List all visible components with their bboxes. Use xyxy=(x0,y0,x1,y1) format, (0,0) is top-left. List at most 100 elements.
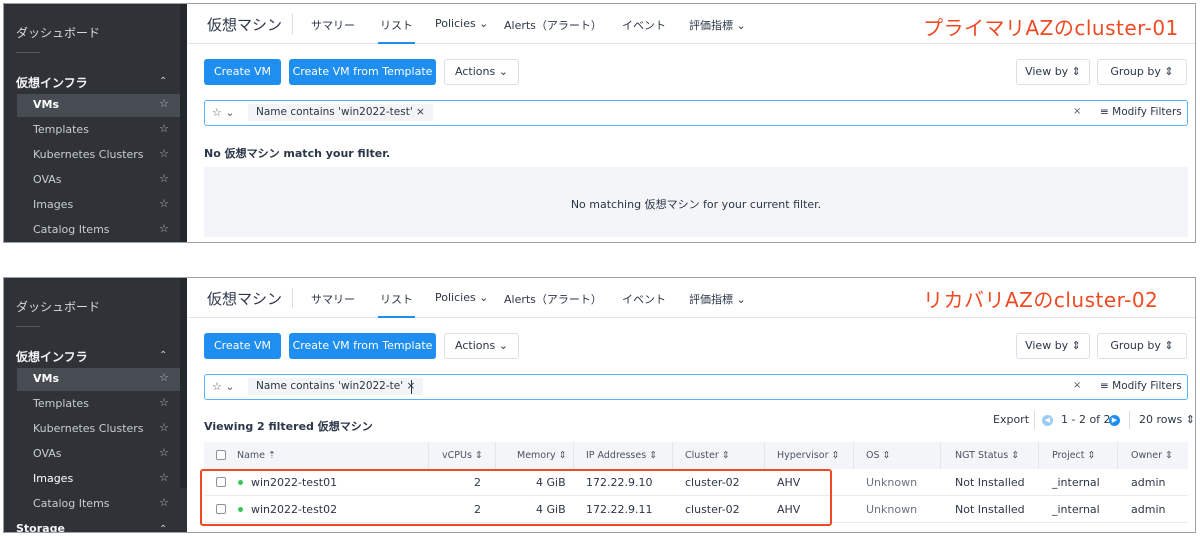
column-header-vcpus[interactable]: vCPUs ⇕ xyxy=(442,450,483,461)
column-header-cluster[interactable]: Cluster ⇕ xyxy=(685,450,730,461)
sidebar: ダッシュボード 仮想インフラ ⌃ VMs ☆ Templates ☆ Kuber… xyxy=(4,4,187,242)
star-icon[interactable]: ☆ xyxy=(159,197,169,210)
clear-filter-icon[interactable]: × xyxy=(1073,106,1081,117)
tab-metrics[interactable]: 評価指標 ⌄ xyxy=(689,17,746,33)
create-vm-from-template-button[interactable]: Create VM from Template xyxy=(289,333,436,359)
sidebar-scrollbar[interactable] xyxy=(180,278,187,488)
empty-state-message: No matching 仮想マシン for your current filte… xyxy=(570,198,822,211)
column-divider xyxy=(853,442,854,469)
sidebar-dashboard[interactable]: ダッシュボード xyxy=(16,298,100,315)
sidebar-item-images[interactable]: Images ☆ xyxy=(17,194,180,217)
sidebar-dashboard[interactable]: ダッシュボード xyxy=(16,24,100,41)
tab-alerts[interactable]: Alerts（アラート） xyxy=(504,17,602,33)
star-icon[interactable]: ☆ xyxy=(159,97,169,110)
empty-state: No matching 仮想マシン for your current filte… xyxy=(204,167,1188,237)
sidebar-item-templates[interactable]: Templates ☆ xyxy=(17,119,180,142)
modify-filters-button[interactable]: ≡ Modify Filters xyxy=(1100,106,1182,118)
chevron-up-icon[interactable]: ⌃ xyxy=(159,350,167,361)
saved-filters-star-icon[interactable]: ☆ ⌄ xyxy=(212,106,235,119)
no-match-title: No 仮想マシン match your filter. xyxy=(204,147,391,160)
vm-ngt-status: Not Installed xyxy=(955,503,1025,516)
create-vm-from-template-button[interactable]: Create VM from Template xyxy=(289,59,436,85)
highlight-annotation-box xyxy=(200,469,832,526)
column-header-ip-addresses[interactable]: IP Addresses ⇕ xyxy=(586,450,657,461)
sidebar-item-label: Kubernetes Clusters xyxy=(33,148,144,161)
sidebar-scrollbar[interactable] xyxy=(180,4,187,242)
column-header-name[interactable]: Name ⇡ xyxy=(237,450,276,461)
filter-bar[interactable]: ☆ ⌄ Name contains 'win2022-te' × × ≡ Mod… xyxy=(204,374,1188,400)
table-header: Name ⇡ vCPUs ⇕ Memory ⇕ IP Addresses ⇕ C… xyxy=(204,442,1188,469)
column-header-os[interactable]: OS ⇕ xyxy=(866,450,891,461)
sidebar-section-storage[interactable]: Storage xyxy=(16,522,65,532)
tab-list[interactable]: リスト xyxy=(378,17,415,44)
sidebar-section-virtual-infra[interactable]: 仮想インフラ xyxy=(16,348,88,365)
rows-per-page-dropdown[interactable]: 20 rows ⇕ xyxy=(1139,413,1195,426)
filter-chip[interactable]: Name contains 'win2022-test' × xyxy=(248,104,433,121)
actions-dropdown[interactable]: Actions ⌄ xyxy=(444,333,519,359)
vm-project: _internal xyxy=(1052,476,1100,489)
star-icon[interactable]: ☆ xyxy=(159,471,169,484)
vm-os: Unknown xyxy=(866,476,918,489)
sidebar-item-templates[interactable]: Templates ☆ xyxy=(17,393,180,416)
tab-summary[interactable]: サマリー xyxy=(311,17,355,33)
filter-chip[interactable]: Name contains 'win2022-te' × xyxy=(248,378,424,395)
star-icon[interactable]: ☆ xyxy=(159,222,169,235)
sidebar-item-vms[interactable]: VMs ☆ xyxy=(17,94,180,117)
column-divider xyxy=(1038,442,1039,469)
group-by-dropdown[interactable]: Group by ⇕ xyxy=(1097,59,1187,85)
view-by-dropdown[interactable]: View by ⇕ xyxy=(1016,59,1090,85)
sidebar-item-vms[interactable]: VMs ☆ xyxy=(17,368,180,391)
tab-policies[interactable]: Policies ⌄ xyxy=(435,17,488,30)
chevron-up-icon[interactable]: ⌃ xyxy=(159,76,167,87)
vm-os: Unknown xyxy=(866,503,918,516)
tab-summary[interactable]: サマリー xyxy=(311,291,355,307)
star-icon[interactable]: ☆ xyxy=(159,496,169,509)
column-header-project[interactable]: Project ⇕ xyxy=(1052,450,1095,461)
sidebar-item-kubernetes-clusters[interactable]: Kubernetes Clusters ☆ xyxy=(17,144,180,167)
sidebar-item-catalog-items[interactable]: Catalog Items ☆ xyxy=(17,493,180,516)
tab-list[interactable]: リスト xyxy=(378,291,415,318)
star-icon[interactable]: ☆ xyxy=(159,122,169,135)
next-page-icon[interactable]: ▶ xyxy=(1109,415,1120,426)
tab-events[interactable]: イベント xyxy=(622,17,666,33)
star-icon[interactable]: ☆ xyxy=(159,172,169,185)
saved-filters-star-icon[interactable]: ☆ ⌄ xyxy=(212,380,235,393)
filter-bar[interactable]: ☆ ⌄ Name contains 'win2022-test' × × ≡ M… xyxy=(204,100,1188,126)
tab-metrics[interactable]: 評価指標 ⌄ xyxy=(689,291,746,307)
sidebar-item-label: OVAs xyxy=(33,173,62,186)
star-icon[interactable]: ☆ xyxy=(159,371,169,384)
star-icon[interactable]: ☆ xyxy=(159,446,169,459)
actions-dropdown[interactable]: Actions ⌄ xyxy=(444,59,519,85)
column-header-ngt-status[interactable]: NGT Status ⇕ xyxy=(955,450,1019,461)
group-by-dropdown[interactable]: Group by ⇕ xyxy=(1097,333,1187,359)
tab-events[interactable]: イベント xyxy=(622,291,666,307)
column-header-owner[interactable]: Owner ⇕ xyxy=(1131,450,1173,461)
chevron-up-icon[interactable]: ⌃ xyxy=(159,524,167,532)
star-icon[interactable]: ☆ xyxy=(159,421,169,434)
modify-filters-button[interactable]: ≡ Modify Filters xyxy=(1100,380,1182,392)
sidebar-item-images[interactable]: Images ☆ xyxy=(17,468,180,491)
sidebar-item-kubernetes-clusters[interactable]: Kubernetes Clusters ☆ xyxy=(17,418,180,441)
column-header-memory[interactable]: Memory ⇕ xyxy=(517,450,567,461)
nav-divider xyxy=(292,14,293,34)
prev-page-icon[interactable]: ◀ xyxy=(1042,415,1053,426)
tab-policies[interactable]: Policies ⌄ xyxy=(435,291,488,304)
star-icon[interactable]: ☆ xyxy=(159,396,169,409)
column-divider xyxy=(428,442,429,469)
star-icon[interactable]: ☆ xyxy=(159,147,169,160)
column-header-hypervisor[interactable]: Hypervisor ⇕ xyxy=(777,450,839,461)
create-vm-button[interactable]: Create VM xyxy=(204,59,281,85)
select-all-checkbox[interactable] xyxy=(216,450,226,460)
clear-filter-icon[interactable]: × xyxy=(1073,380,1081,391)
sidebar-item-ovas[interactable]: OVAs ☆ xyxy=(17,443,180,466)
export-button[interactable]: Export xyxy=(993,413,1029,426)
tab-alerts[interactable]: Alerts（アラート） xyxy=(504,291,602,307)
page-title: 仮想マシン xyxy=(207,16,283,34)
view-by-dropdown[interactable]: View by ⇕ xyxy=(1016,333,1090,359)
sidebar-item-ovas[interactable]: OVAs ☆ xyxy=(17,169,180,192)
sidebar-section-virtual-infra[interactable]: 仮想インフラ xyxy=(16,74,88,91)
column-divider xyxy=(495,442,496,469)
toolbar-divider xyxy=(1129,411,1130,429)
sidebar-item-catalog-items[interactable]: Catalog Items ☆ xyxy=(17,219,180,242)
create-vm-button[interactable]: Create VM xyxy=(204,333,281,359)
